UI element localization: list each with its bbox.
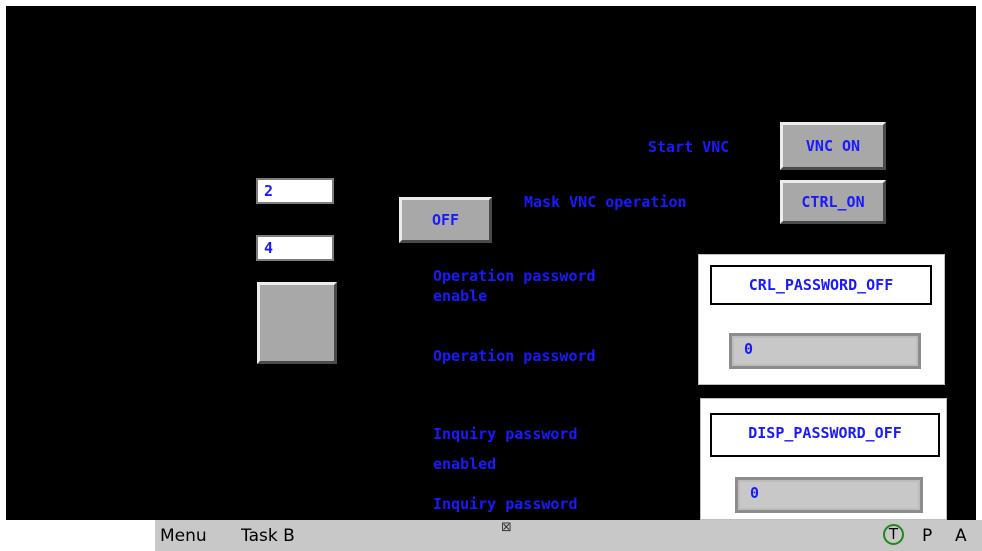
inquiry-enable-label-1: Inquiry password <box>433 425 578 443</box>
operation-password-label: Operation password <box>433 347 596 365</box>
crl-password-off-button[interactable]: CRL_PASSWORD_OFF <box>710 265 932 305</box>
mask-vnc-label: Mask VNC operation <box>524 193 687 211</box>
operation-enable-label-1: Operation password <box>433 267 596 285</box>
task-bar-button[interactable]: Task B <box>241 526 327 546</box>
t-circle-icon[interactable]: T <box>883 524 904 545</box>
hmi-screen: 2 4 OFF Start VNC VNC ON Mask VNC operat… <box>6 6 976 520</box>
blank-square-button[interactable] <box>257 282 337 364</box>
disp-password-off-button[interactable]: DISP_PASSWORD_OFF <box>710 413 940 457</box>
value-field-top[interactable]: 2 <box>256 178 334 204</box>
inquiry-password-label: Inquiry password <box>433 495 578 513</box>
taskbar: Menu Task B ⊠ T P A <box>155 520 982 551</box>
vnc-on-button[interactable]: VNC ON <box>780 122 886 170</box>
t-icon-letter: T <box>888 525 899 543</box>
operation-password-value: 0 <box>734 338 916 364</box>
inquiry-password-panel: DISP_PASSWORD_OFF 0 <box>700 398 947 520</box>
operation-password-panel: CRL_PASSWORD_OFF 0 <box>698 254 945 385</box>
ctrl-on-button[interactable]: CTRL_ON <box>780 180 886 224</box>
inquiry-password-value: 0 <box>740 482 918 508</box>
window-mode-icon[interactable]: ⊠ <box>501 520 512 535</box>
inquiry-enable-label-2: enabled <box>433 455 497 473</box>
p-indicator[interactable]: P <box>922 526 932 546</box>
value-field-bottom[interactable]: 4 <box>256 235 334 261</box>
off-button[interactable]: OFF <box>399 197 492 243</box>
operation-enable-label-2: enable <box>433 287 488 305</box>
menu-button[interactable]: Menu <box>160 526 207 546</box>
operation-password-field[interactable]: 0 <box>729 333 921 369</box>
inquiry-password-field[interactable]: 0 <box>735 477 923 513</box>
start-vnc-label: Start VNC <box>648 138 730 156</box>
a-indicator[interactable]: A <box>955 526 967 546</box>
